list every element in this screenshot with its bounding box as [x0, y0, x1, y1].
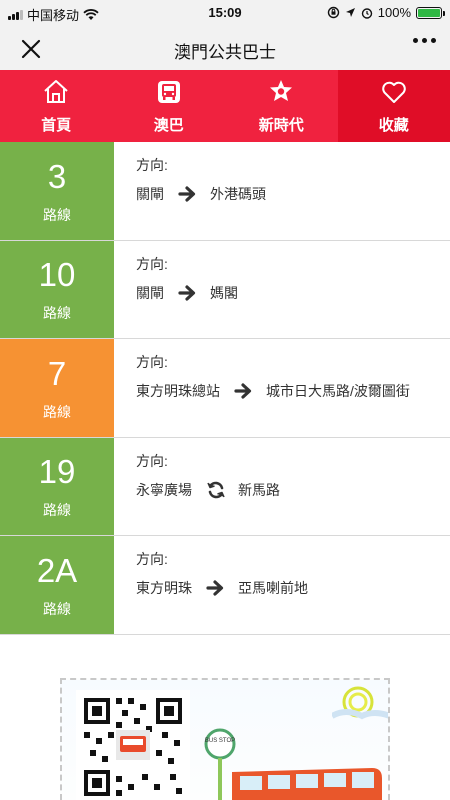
route-label: 路線	[43, 502, 71, 519]
arrow-right-icon	[178, 186, 196, 202]
direction-line: 東方明珠 亞馬喇前地	[136, 577, 450, 599]
battery-fill	[418, 8, 440, 17]
bus-stop-text: BUS STOP	[205, 738, 235, 744]
tab-home[interactable]: 首頁	[0, 70, 113, 142]
status-bar: 中国移动 15:09 100%	[0, 0, 450, 26]
route-badge: 3 路線	[0, 142, 114, 240]
tab-favorites[interactable]: 收藏	[337, 70, 450, 142]
route-number: 3	[47, 157, 67, 195]
route-destination: 媽閣	[210, 284, 238, 301]
promo-poster[interactable]: BUS STOP	[60, 678, 390, 800]
route-destination: 亞馬喇前地	[238, 580, 308, 596]
direction-label: 方向:	[136, 551, 168, 567]
route-number: 7	[47, 354, 67, 392]
route-badge: 10 路線	[0, 240, 114, 338]
tab-label: 首頁	[41, 117, 72, 134]
route-label: 路線	[43, 206, 71, 223]
route-label: 路線	[43, 403, 71, 420]
route-number: 2A	[36, 551, 78, 589]
route-origin: 東方明珠	[136, 580, 192, 596]
direction-label: 方向:	[136, 255, 168, 272]
direction-line: 關閘 外港碼頭	[136, 183, 450, 205]
arrow-right-icon	[178, 284, 196, 301]
location-icon	[345, 8, 355, 17]
route-row-3[interactable]: 3 路線 方向: 關閘 外港碼頭	[0, 142, 450, 241]
tab-macau-bus[interactable]: 澳巴	[113, 70, 226, 142]
bus-icon	[157, 81, 180, 103]
route-direction: 方向: 關閘 外港碼頭	[114, 142, 450, 240]
tab-label: 收藏	[378, 117, 409, 134]
route-destination: 外港碼頭	[210, 186, 266, 202]
route-origin: 關閘	[136, 284, 164, 301]
direction-label: 方向:	[136, 354, 168, 370]
tab-label: 新時代	[258, 117, 304, 134]
home-icon	[44, 80, 68, 103]
battery-percent: 100%	[377, 5, 411, 20]
route-badge: 19 路線	[0, 437, 114, 535]
route-badge: 2A 路線	[0, 536, 114, 634]
route-badge: 7 路線	[0, 339, 114, 437]
qr-code-icon	[76, 690, 190, 800]
status-right: 100%	[327, 5, 445, 20]
direction-line: 關閘 媽閣	[136, 282, 450, 304]
route-number: 19	[38, 453, 76, 491]
nav-bar: 澳門公共巴士	[0, 26, 450, 70]
direction-label: 方向:	[136, 157, 168, 173]
route-origin: 關閘	[136, 186, 164, 202]
route-label: 路線	[43, 305, 71, 322]
route-row-10[interactable]: 10 路線 方向: 關閘 媽閣	[0, 240, 450, 339]
route-row-7[interactable]: 7 路線 方向: 東方明珠總站 城市日大馬路/波爾圖街	[0, 339, 450, 438]
direction-line: 永寧廣場 新馬路	[136, 479, 450, 501]
route-direction: 方向: 東方明珠總站 城市日大馬路/波爾圖街	[114, 339, 450, 437]
route-destination: 城市日大馬路/波爾圖街	[266, 383, 410, 399]
route-direction: 方向: 永寧廣場 新馬路	[114, 438, 450, 536]
star-flower-icon	[270, 80, 293, 101]
arrow-right-icon	[234, 383, 252, 399]
route-row-19[interactable]: 19 路線 方向: 永寧廣場 新馬路	[0, 437, 450, 536]
direction-line: 東方明珠總站 城市日大馬路/波爾圖街	[136, 380, 450, 402]
alarm-icon	[361, 7, 372, 19]
route-list: 3 路線 方向: 關閘 外港碼頭 10 路線 方向: 關閘 媽閣 7 路線 方向…	[0, 142, 450, 635]
route-label: 路線	[43, 600, 71, 617]
route-origin: 永寧廣場	[136, 481, 192, 498]
bus-illustration-icon	[232, 768, 382, 800]
route-direction: 方向: 東方明珠 亞馬喇前地	[114, 536, 450, 634]
more-icon[interactable]	[413, 38, 436, 43]
direction-label: 方向:	[136, 452, 168, 469]
tab-bar: 首頁 澳巴 新時代 收藏	[0, 70, 450, 142]
route-origin: 東方明珠總站	[136, 383, 220, 399]
route-direction: 方向: 關閘 媽閣	[114, 241, 450, 339]
tab-new-era[interactable]: 新時代	[225, 70, 338, 142]
sun-icon	[332, 686, 388, 720]
loop-icon	[207, 481, 225, 498]
heart-icon	[381, 81, 406, 103]
tab-label: 澳巴	[153, 117, 184, 134]
battery-icon	[416, 6, 445, 19]
route-row-2a[interactable]: 2A 路線 方向: 東方明珠 亞馬喇前地	[0, 536, 450, 635]
route-number: 10	[38, 256, 76, 294]
route-destination: 新馬路	[238, 481, 280, 498]
arrow-right-icon	[206, 580, 224, 596]
page-title: 澳門公共巴士	[174, 43, 276, 62]
rotation-lock-icon	[327, 6, 339, 19]
